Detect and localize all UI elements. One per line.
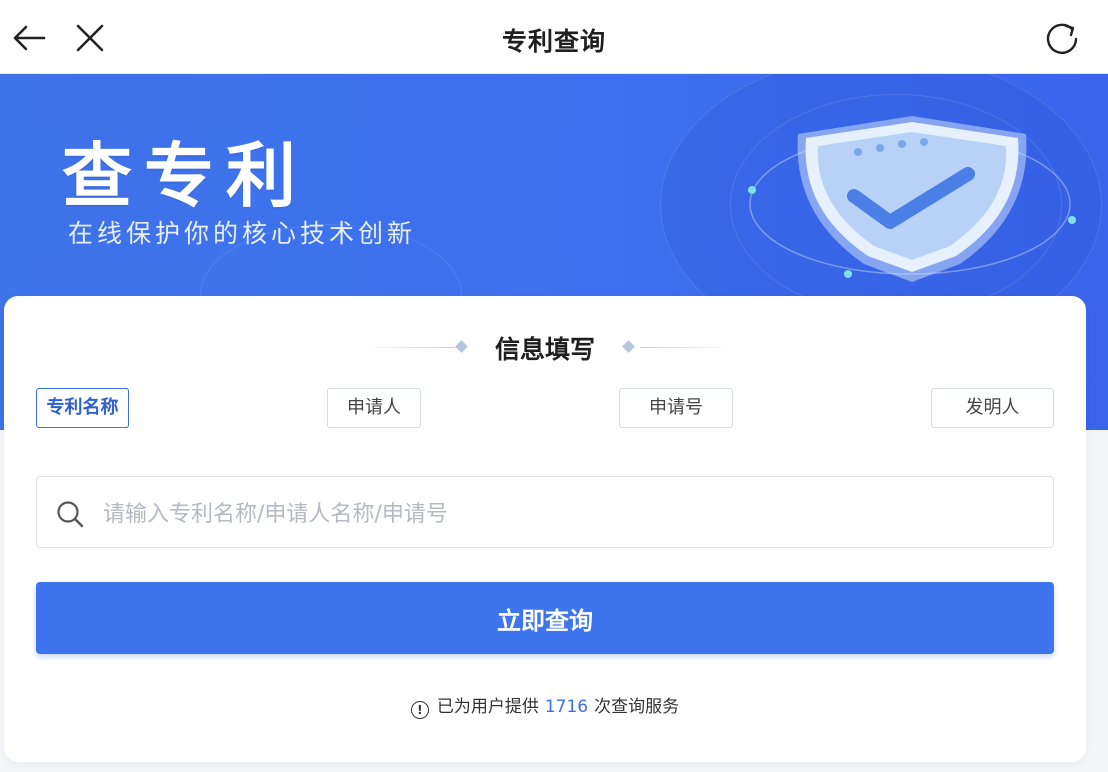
shield-check-icon: [740, 104, 1080, 284]
query-button[interactable]: 立即查询: [36, 582, 1054, 654]
search-box[interactable]: [36, 476, 1054, 548]
tab-inventor[interactable]: 发明人: [931, 388, 1054, 428]
refresh-icon[interactable]: [1042, 20, 1082, 58]
page-title: 专利查询: [501, 27, 606, 56]
banner-subtitle: 在线保护你的核心技术创新: [68, 219, 417, 248]
top-bar: 专利查询: [0, 0, 1108, 74]
usage-note: ! 已为用户提供 1716 次查询服务: [4, 696, 1086, 719]
info-icon: !: [410, 701, 429, 719]
tab-patent-name[interactable]: 专利名称: [36, 388, 129, 428]
tab-applicant[interactable]: 申请人: [327, 388, 421, 428]
section-title: 信息填写: [494, 335, 595, 364]
search-input[interactable]: [101, 491, 1035, 537]
search-icon: [55, 499, 85, 529]
tab-application-number[interactable]: 申请号: [619, 388, 733, 428]
usage-suffix: 次查询服务: [594, 697, 680, 717]
banner-title: 查专利: [62, 135, 308, 217]
section-header: 信息填写: [4, 330, 1086, 366]
usage-prefix: 已为用户提供: [436, 697, 539, 717]
usage-count: 1716: [544, 697, 589, 717]
form-card: 信息填写 专利名称 申请人 申请号 发明人 立即查询 ! 已为用户提供1716次查…: [4, 296, 1086, 762]
divider: [640, 347, 736, 348]
